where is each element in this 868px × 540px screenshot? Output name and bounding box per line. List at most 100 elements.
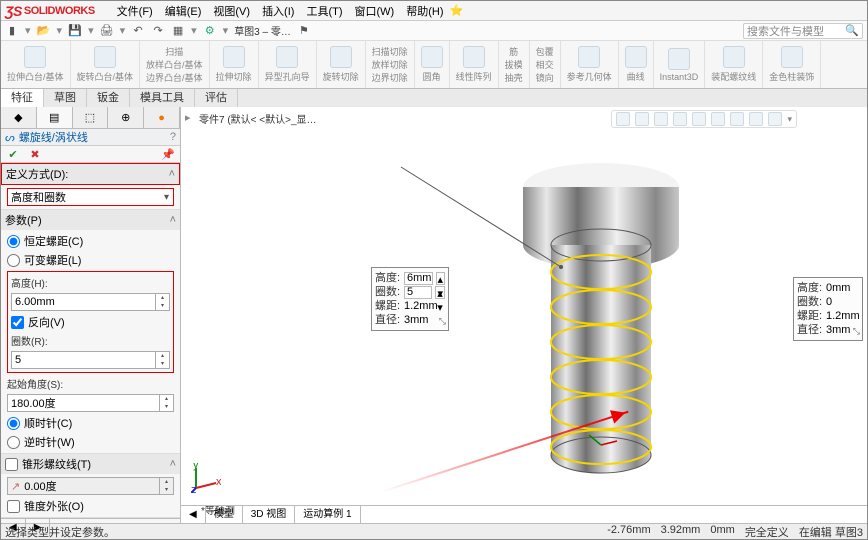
flag-icon[interactable]: ⚑ [297,24,311,38]
pm-sec-params-header[interactable]: 参数(P) ˄ [1,210,180,230]
ribbon-instant3d[interactable]: Instant3D [654,41,706,88]
save-icon[interactable]: 💾 [68,24,82,38]
zoom-area-icon[interactable] [635,112,649,126]
select-icon[interactable]: ▦ [171,24,185,38]
tab-sketch[interactable]: 草图 [44,89,87,107]
height-input[interactable]: 6.00mm ▴▾ [11,293,170,311]
display-style-icon[interactable] [711,112,725,126]
help-icon[interactable]: ? [170,131,176,143]
turns-input[interactable]: 5 ▴▾ [11,351,170,369]
ribbon-extrude-boss[interactable]: 拉伸凸台/基体 [1,41,71,88]
search-box[interactable]: 搜索文件与模型 🔍 [743,23,863,39]
zoom-fit-icon[interactable] [616,112,630,126]
view-more-icon[interactable]: ▾ [787,114,792,125]
tab-moldtools[interactable]: 模具工具 [130,89,195,107]
search-icon: 🔍 [845,24,859,37]
turns-label: 圈数(R): [11,333,170,348]
ribbon-refgeom[interactable]: 参考几何体 [561,41,619,88]
dropdown-icon[interactable]: ⭐ [450,4,464,18]
part-name: 零件7 (默认< <默认>_显… [199,111,317,126]
radio-cw[interactable]: 顺时针(C) [7,415,174,431]
taper-outward-checkbox[interactable]: 锥度外张(O) [7,498,174,514]
pm-tab-config[interactable]: ⬚ [73,107,109,128]
prev-view-icon[interactable] [654,112,668,126]
ribbon-revolve-boss[interactable]: 旋转凸台/基体 [71,41,141,88]
pin-icon[interactable]: ⤡ [853,324,860,338]
ribbon-extrude-cut[interactable]: 拉伸切除 [210,41,259,88]
quick-toolbar: ▮▾ 📂▾ 💾▾ 🖨▾ ↶ ↷ ▦▾ ⚙▾ 草图3 – 零… ⚑ 搜索文件与模型… [1,21,867,41]
ribbon-fillet[interactable]: 圆角 [415,41,450,88]
redo-icon[interactable]: ↷ [151,24,165,38]
radio-ccw[interactable]: 逆时针(W) [7,434,174,450]
tab-sheetmetal[interactable]: 钣金 [87,89,130,107]
canvas-tab-model[interactable]: 模型 [206,506,243,523]
menu-insert[interactable]: 插入(I) [256,3,300,19]
collapse-icon: ˄ [170,458,176,470]
pm-pin-button[interactable]: 📌 [160,146,176,162]
flyout-toggle-icon[interactable]: ▸ [185,111,191,124]
menu-tools[interactable]: 工具(T) [300,3,348,19]
tab-features[interactable]: 特征 [1,89,44,107]
ribbon-wrap-group[interactable]: 包覆 相交 镜向 [530,41,561,88]
pm-tab-property[interactable]: ▤ [37,107,73,128]
reverse-checkbox[interactable]: 反向(V) [11,314,170,330]
menu-file[interactable]: 文件(F) [111,3,159,19]
undo-icon[interactable]: ↶ [131,24,145,38]
ribbon-curves[interactable]: 曲线 [619,41,654,88]
settings-icon[interactable]: ⚙ [203,24,217,38]
ribbon-sweep-cut-group[interactable]: 扫描切除 放样切除 边界切除 [366,41,415,88]
scene-icon[interactable] [768,112,782,126]
section-icon[interactable] [673,112,687,126]
radio-constant-pitch[interactable]: 恒定螺距(C) [7,233,174,249]
hide-show-icon[interactable] [730,112,744,126]
pm-tab-display[interactable]: ⊕ [108,107,144,128]
search-placeholder: 搜索文件与模型 [747,23,824,39]
logo: ƷS SOLIDWORKS [5,3,95,19]
print-icon[interactable]: 🖨 [100,24,114,38]
pm-ok-button[interactable]: ✔ [5,146,21,162]
start-angle-input[interactable]: 180.00度 ▴▾ [7,394,174,412]
open-icon[interactable]: 📂 [37,24,51,38]
view-orient-icon[interactable] [692,112,706,126]
pm-tabrow: ◆ ▤ ⬚ ⊕ ● [1,107,180,129]
ribbon-pattern[interactable]: 线性阵列 [450,41,499,88]
pm-tab-feature[interactable]: ◆ [1,107,37,128]
pm-sec-definition-header[interactable]: 定义方式(D): ˄ [1,163,180,185]
ribbon-thread[interactable]: 装配螺纹线 [705,41,763,88]
menu-edit[interactable]: 编辑(E) [159,3,208,19]
taper-header[interactable]: 锥形螺纹线(T) ˄ [1,454,180,474]
definition-select[interactable]: 高度和圈数 [7,188,174,206]
height-spinner[interactable]: ▴▾ [155,294,169,310]
menu-view[interactable]: 视图(V) [207,3,256,19]
start-angle-spinner[interactable]: ▴▾ [159,395,173,411]
svg-text:z: z [191,484,197,493]
graphics-area[interactable]: ▸ 零件7 (默认< <默认>_显… ▾ [181,107,867,523]
pin-icon[interactable]: ⤡ [439,314,446,328]
menu-window[interactable]: 窗口(W) [349,3,401,19]
ribbon-rib-group[interactable]: 筋 拔模 抽壳 [499,41,530,88]
workspace: ◆ ▤ ⬚ ⊕ ● ᔕ 螺旋线/涡状线 ? ✔ ✖ 📌 定义方式(D): ˄ 高… [1,107,867,523]
ribbon-revolve-cut[interactable]: 旋转切除 [317,41,366,88]
radio-variable-pitch[interactable]: 可变螺距(L) [7,252,174,268]
pm-tab-appearance[interactable]: ● [144,107,180,128]
pm-section-taper: 锥形螺纹线(T) ˄ ↗ 0.00度 ▴▾ 锥度外张(O) [1,454,180,518]
view-triad[interactable]: y x z [191,463,221,493]
pm-cancel-button[interactable]: ✖ [27,146,43,162]
turns-spinner[interactable]: ▴▾ [155,352,169,368]
helix-callout-end[interactable]: 高度:0mm 圈数:0 螺距:1.2mm 直径:3mm ⤡ [793,277,863,341]
new-icon[interactable]: ▮ [5,24,19,38]
appearance-icon[interactable] [749,112,763,126]
ribbon-hole[interactable]: 异型孔向导 [259,41,317,88]
ribbon-decor[interactable]: 金色柱装饰 [763,41,821,88]
collapse-icon: ˄ [169,168,175,180]
canvas-tab-motion[interactable]: 运动算例 1 [295,506,360,523]
helix-callout-start[interactable]: 高度:6mm▴▾ 圈数:5▴▾ 螺距:1.2mm 直径:3mm ⤡ [371,267,449,331]
taper-checkbox[interactable]: 锥形螺纹线(T) [5,456,91,472]
tab-evaluate[interactable]: 评估 [195,89,238,107]
canvas-tab-3dview[interactable]: 3D 视图 [243,506,296,523]
canvas-tab-left[interactable]: ◀ [181,506,206,523]
status-z: 0mm [710,524,734,540]
helix-icon: ᔕ [5,131,15,144]
menu-help[interactable]: 帮助(H) [400,3,449,19]
ribbon-sweep-group[interactable]: 扫描 放样凸台/基体 边界凸台/基体 [140,41,210,88]
